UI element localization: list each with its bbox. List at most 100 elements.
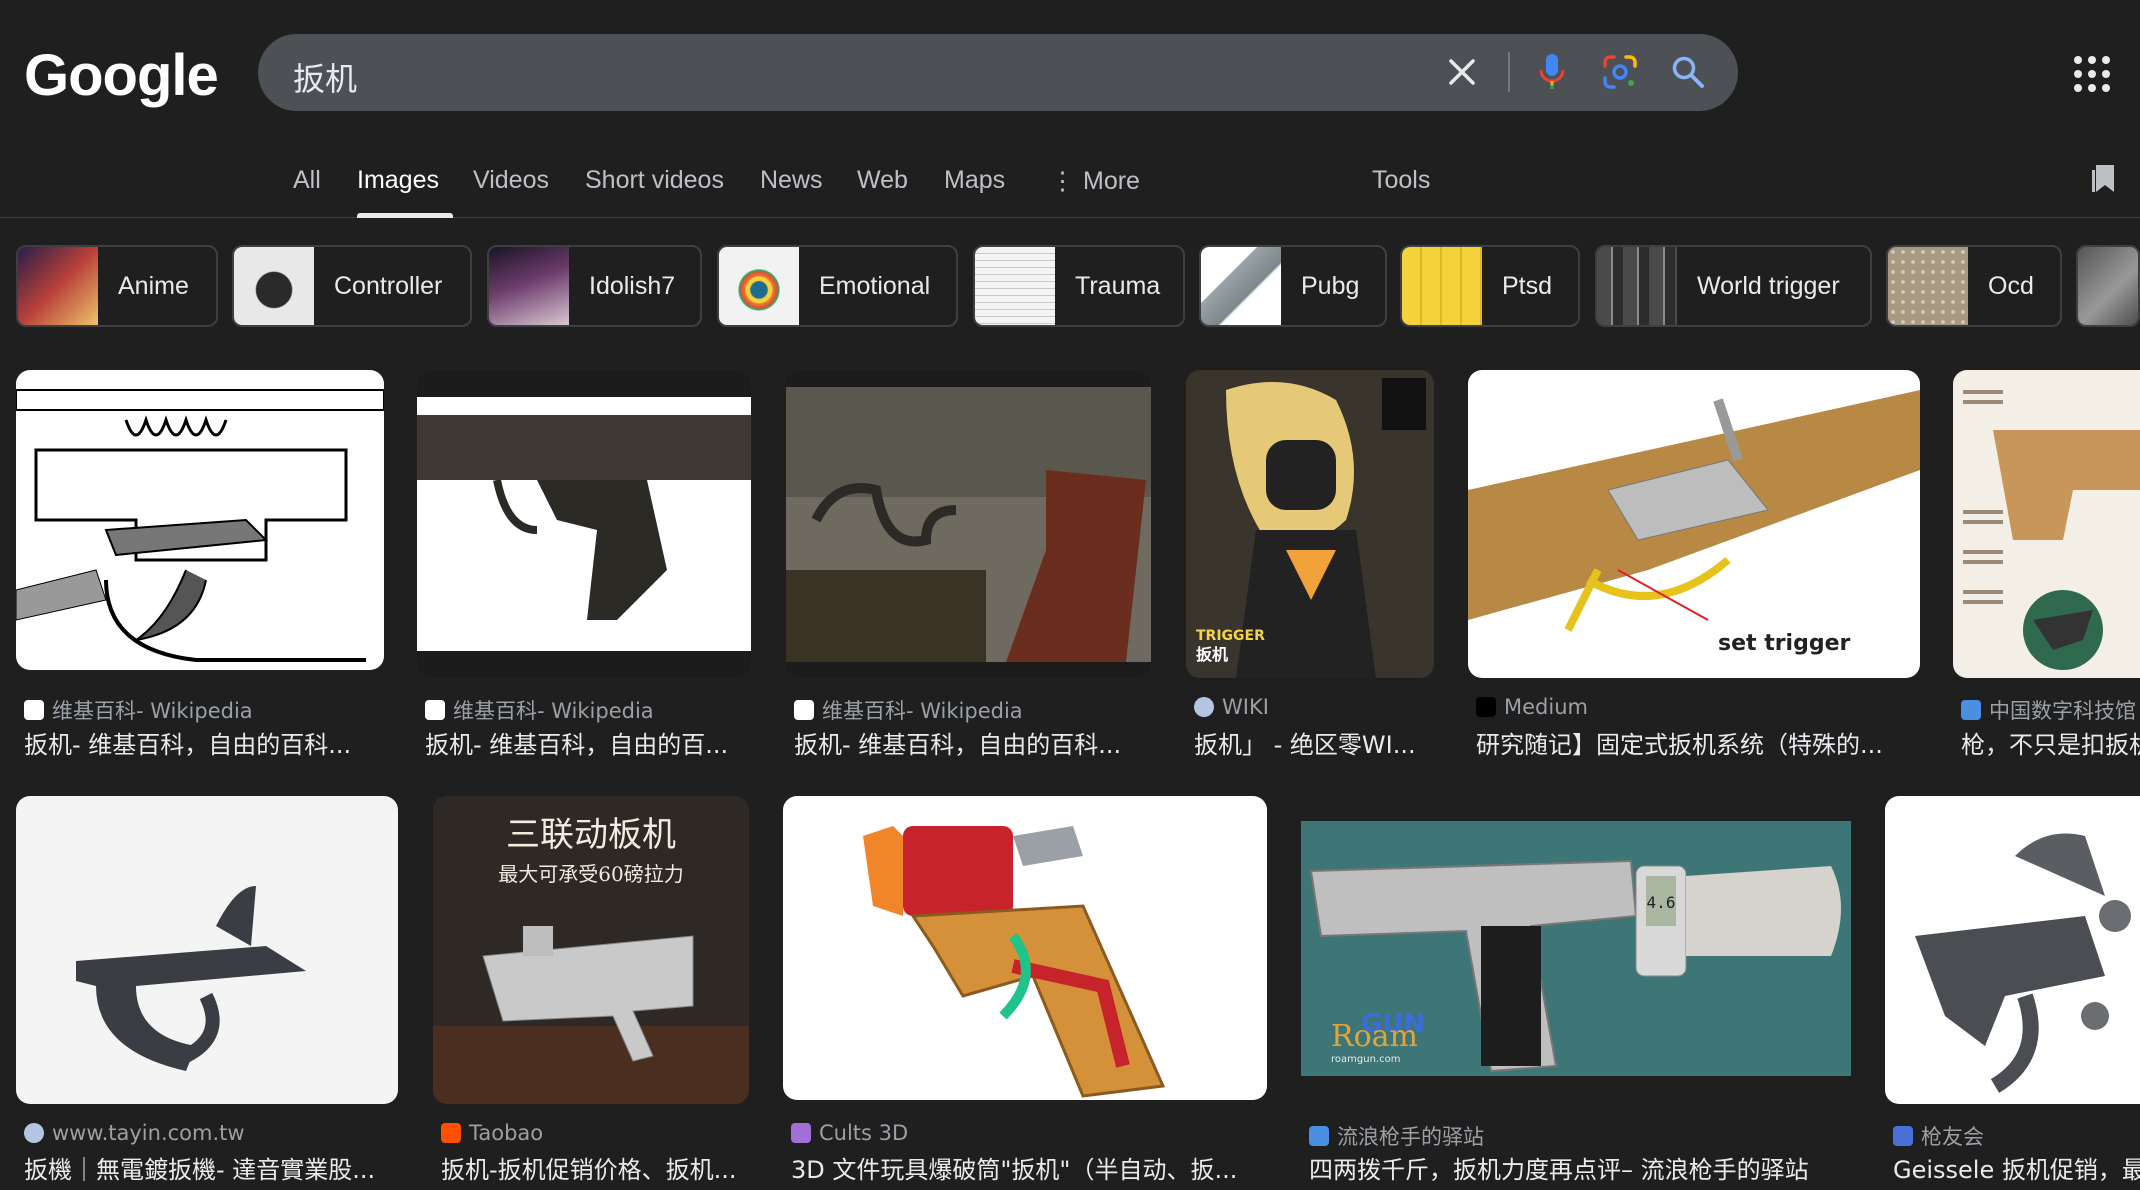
google-logo[interactable]: Google xyxy=(24,42,219,109)
tab-images[interactable]: Images xyxy=(357,166,439,195)
result-source[interactable]: 枪友会 xyxy=(1893,1121,1984,1151)
chip-thumbnail xyxy=(18,247,98,325)
chip-anime[interactable]: Anime xyxy=(16,245,218,327)
tab-videos[interactable]: Videos xyxy=(473,166,549,195)
result-title[interactable]: 扳机」 - 绝区零WI... xyxy=(1194,725,1434,760)
result-title[interactable]: 研究随记】固定式扳机系统（特殊的... xyxy=(1476,725,1916,760)
result-source-label: 流浪枪手的驿站 xyxy=(1337,1125,1484,1149)
chip-more[interactable] xyxy=(2076,245,2140,327)
chip-thumbnail xyxy=(1888,247,1968,325)
image-result[interactable]: 中国数字科技馆 枪，不只是扣扳机 xyxy=(1953,370,2140,770)
result-source[interactable]: www.tayin.com.tw xyxy=(24,1121,245,1145)
chip-world-trigger[interactable]: World trigger xyxy=(1595,245,1872,327)
tab-maps[interactable]: Maps xyxy=(944,166,1005,195)
chip-ocd[interactable]: Ocd xyxy=(1886,245,2062,327)
image-result[interactable]: 4.6 GUN Roam roamgun.com 流浪枪手的驿站 四两拨千斤，扳… xyxy=(1301,796,1856,1190)
result-title[interactable]: 3D 文件玩具爆破筒"扳机"（半自动、扳... xyxy=(791,1150,1251,1185)
microphone-icon[interactable] xyxy=(1528,48,1576,96)
result-thumbnail[interactable]: set trigger xyxy=(1468,370,1920,678)
result-source-label: 中国数字科技馆 xyxy=(1989,699,2136,723)
result-source-label: Taobao xyxy=(469,1121,544,1145)
search-divider xyxy=(1508,52,1510,92)
result-thumbnail[interactable] xyxy=(1885,796,2140,1104)
result-thumbnail[interactable] xyxy=(16,796,398,1104)
image-result[interactable]: Cults 3D 3D 文件玩具爆破筒"扳机"（半自动、扳... xyxy=(783,796,1273,1190)
image-result[interactable]: set trigger Medium 研究随记】固定式扳机系统（特殊的... xyxy=(1468,370,1923,770)
result-source-label: Cults 3D xyxy=(819,1121,909,1145)
result-source[interactable]: Medium xyxy=(1476,695,1588,719)
taobao-favicon-icon xyxy=(441,1123,461,1143)
image-result[interactable]: 维基百科- Wikipedia 扳机- 维基百科，自由的百... xyxy=(417,370,757,770)
search-box[interactable]: 扳机 xyxy=(258,34,1738,111)
search-input[interactable]: 扳机 xyxy=(293,54,357,100)
result-title[interactable]: 扳机-扳机促销价格、扳机... xyxy=(441,1150,757,1185)
tab-web[interactable]: Web xyxy=(857,166,908,195)
result-thumbnail[interactable] xyxy=(783,796,1267,1100)
refinement-chips: Anime Controller Idolish7 Emotional Trau… xyxy=(0,245,2140,327)
chip-ptsd[interactable]: Ptsd xyxy=(1400,245,1580,327)
result-source[interactable]: Cults 3D xyxy=(791,1121,908,1145)
search-icon[interactable] xyxy=(1664,48,1712,96)
chip-thumbnail xyxy=(719,247,799,325)
result-title[interactable]: 扳机- 维基百科，自由的百... xyxy=(425,725,755,760)
tab-all[interactable]: All xyxy=(293,166,321,195)
result-title[interactable]: 扳机- 维基百科，自由的百科... xyxy=(794,725,1154,760)
result-thumbnail[interactable]: 三联动板机 最大可承受60磅拉力 xyxy=(433,796,749,1104)
result-source[interactable]: 维基百科- Wikipedia xyxy=(24,695,253,725)
saved-bookmark-icon[interactable] xyxy=(2090,162,2140,202)
result-title[interactable]: 枪，不只是扣扳机 xyxy=(1961,725,2140,760)
roam-url: roamgun.com xyxy=(1331,1054,1400,1065)
result-source[interactable]: Taobao xyxy=(441,1121,543,1145)
result-thumbnail[interactable] xyxy=(417,370,751,678)
result-thumbnail[interactable]: TRIGGER 扳机 xyxy=(1186,370,1434,678)
image-result[interactable]: 三联动板机 最大可承受60磅拉力 Taobao 扳机-扳机促销价格、扳机... xyxy=(433,796,753,1190)
chip-thumbnail xyxy=(1597,247,1677,325)
apps-grid-icon[interactable] xyxy=(2074,56,2110,92)
chip-label: Anime xyxy=(118,271,189,300)
tools-button[interactable]: Tools xyxy=(1372,166,1430,195)
result-source[interactable]: 维基百科- Wikipedia xyxy=(794,695,1023,725)
result-title[interactable]: 扳机- 维基百科，自由的百科... xyxy=(24,725,394,760)
result-source[interactable]: 流浪枪手的驿站 xyxy=(1309,1121,1484,1151)
gauge-readout: 4.6 xyxy=(1647,893,1676,912)
result-source-label: 维基百科- Wikipedia xyxy=(453,699,654,723)
chip-label: Ocd xyxy=(1988,271,2034,300)
result-title[interactable]: 扳機｜無電鍍扳機- 達音實業股... xyxy=(24,1150,404,1185)
image-result[interactable]: 维基百科- Wikipedia 扳机- 维基百科，自由的百科... xyxy=(786,370,1156,770)
result-thumbnail[interactable] xyxy=(16,370,384,670)
image-result[interactable]: 枪友会 Geissele 扳机促销，最 xyxy=(1885,796,2140,1190)
chip-pubg[interactable]: Pubg xyxy=(1199,245,1387,327)
cdstm-favicon-icon xyxy=(1961,700,1981,720)
tab-more[interactable]: ⋮ More xyxy=(1050,166,1140,196)
wikipedia-favicon-icon xyxy=(794,700,814,720)
chip-label: Trauma xyxy=(1075,271,1161,300)
result-thumbnail[interactable] xyxy=(786,370,1151,678)
result-thumbnail[interactable] xyxy=(1953,370,2140,678)
result-title[interactable]: 四两拨千斤，扳机力度再点评– 流浪枪手的驿站 xyxy=(1309,1150,1859,1185)
lens-icon[interactable] xyxy=(1596,48,1644,96)
chip-thumbnail xyxy=(234,247,314,325)
result-source[interactable]: 中国数字科技馆 xyxy=(1961,695,2136,725)
tab-news[interactable]: News xyxy=(760,166,823,195)
three-link-title: 三联动板机 xyxy=(506,815,676,855)
chip-emotional[interactable]: Emotional xyxy=(717,245,958,327)
chip-thumbnail xyxy=(975,247,1055,325)
chip-trauma[interactable]: Trauma xyxy=(973,245,1185,327)
chip-controller[interactable]: Controller xyxy=(232,245,472,327)
result-source-label: 维基百科- Wikipedia xyxy=(52,699,253,723)
result-source[interactable]: WIKI xyxy=(1194,695,1269,719)
more-vert-icon: ⋮ xyxy=(1050,167,1075,195)
chip-idolish7[interactable]: Idolish7 xyxy=(487,245,702,327)
image-result[interactable]: www.tayin.com.tw 扳機｜無電鍍扳機- 達音實業股... xyxy=(16,796,416,1190)
result-source[interactable]: 维基百科- Wikipedia xyxy=(425,695,654,725)
image-result[interactable]: TRIGGER 扳机 WIKI 扳机」 - 绝区零WI... xyxy=(1186,370,1436,770)
wiki-favicon-icon xyxy=(1194,697,1214,717)
result-thumbnail[interactable]: 4.6 GUN Roam roamgun.com xyxy=(1301,796,1851,1100)
image-result[interactable]: 维基百科- Wikipedia 扳机- 维基百科，自由的百科... xyxy=(16,370,396,770)
result-title[interactable]: Geissele 扳机促销，最 xyxy=(1893,1150,2140,1185)
result-source-label: WIKI xyxy=(1222,695,1269,719)
chip-thumbnail xyxy=(1201,247,1281,325)
clear-icon[interactable] xyxy=(1438,48,1486,96)
tab-more-label: More xyxy=(1083,167,1140,195)
tab-short-videos[interactable]: Short videos xyxy=(585,166,724,195)
